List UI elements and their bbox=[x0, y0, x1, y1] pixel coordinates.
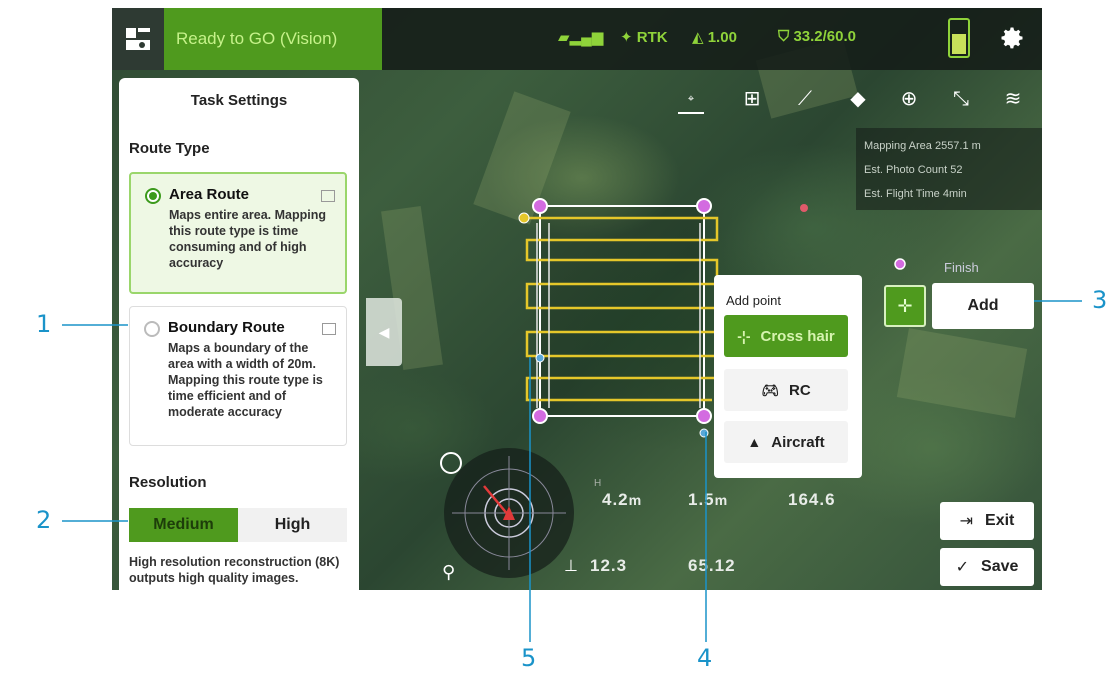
app-screen: Ready to GO (Vision) ▰▂▄▆ ✦ RTK ◭ 1.00 ⛉… bbox=[112, 8, 1042, 590]
area-route-description: Maps entire area. Mapping this route typ… bbox=[169, 208, 326, 270]
area-route-icon bbox=[321, 190, 335, 202]
home-button[interactable] bbox=[112, 8, 164, 70]
flight-status[interactable]: Ready to GO (Vision) bbox=[164, 8, 382, 70]
top-status-bar: Ready to GO (Vision) ▰▂▄▆ ✦ RTK ◭ 1.00 ⛉… bbox=[112, 8, 1042, 70]
cursor-icon[interactable]: ⌖ bbox=[678, 86, 704, 114]
attitude-compass bbox=[436, 448, 574, 578]
area-vertex[interactable] bbox=[532, 198, 548, 214]
home-icon bbox=[126, 28, 150, 50]
area-route-radio[interactable] bbox=[145, 188, 161, 204]
telemetry-distance: 1.5m bbox=[688, 490, 729, 509]
telemetry-horizontal-speed: 12.3 bbox=[590, 556, 628, 575]
task-settings-panel: Task Settings Route Type Area Route Maps… bbox=[119, 78, 359, 590]
telemetry-height: 4.2m bbox=[602, 490, 643, 509]
crosshair-icon: ✛ bbox=[897, 295, 913, 316]
distance-icon: ◭ bbox=[692, 29, 704, 46]
ruler-icon[interactable]: ⟋ bbox=[792, 86, 818, 112]
rc-signal-icon: ▰▂▄▆ bbox=[558, 29, 604, 46]
route-type-heading: Route Type bbox=[129, 140, 210, 157]
speed-icon: ⊥ bbox=[564, 558, 578, 575]
save-button[interactable]: ✓ Save bbox=[940, 548, 1034, 586]
boundary-route-description: Maps a boundary of the area with a width… bbox=[168, 341, 323, 419]
rc-battery-icon bbox=[948, 18, 970, 58]
add-point-title: Add point bbox=[726, 293, 781, 308]
mapping-area-row: Mapping Area 2557.1 m bbox=[864, 140, 981, 152]
telemetry-altitude: 164.6 bbox=[788, 490, 836, 509]
callout-1: 1 bbox=[36, 310, 52, 338]
callout-2: 2 bbox=[36, 506, 52, 534]
rtk-indicator[interactable]: ✦ RTK bbox=[620, 28, 668, 46]
new-point-marker[interactable] bbox=[894, 258, 906, 270]
callout-5: 5 bbox=[521, 644, 537, 672]
boundary-route-icon bbox=[322, 323, 336, 335]
aircraft-icon: ▲ bbox=[747, 434, 762, 450]
panel-title: Task Settings bbox=[190, 92, 288, 109]
resolution-medium-button[interactable]: Medium bbox=[129, 508, 238, 542]
settings-gear-icon[interactable] bbox=[998, 24, 1026, 52]
chevron-left-icon: ◀ bbox=[378, 323, 390, 340]
height-label: H bbox=[594, 478, 602, 489]
checkmark-icon: ✓ bbox=[955, 559, 970, 576]
area-route-label: Area Route bbox=[169, 186, 250, 203]
boundary-route-option[interactable]: Boundary Route Maps a boundary of the ar… bbox=[129, 306, 347, 446]
add-point-popup: Add point -¦- Cross hair 🎮︎ RC ▲ Aircraft bbox=[714, 275, 862, 478]
edge-midpoint[interactable] bbox=[535, 353, 545, 363]
boundary-route-radio[interactable] bbox=[144, 321, 160, 337]
layers-icon[interactable]: ≋ bbox=[1000, 86, 1026, 112]
satellite-icon: ✦ bbox=[620, 29, 633, 46]
exit-button[interactable]: ⇥ Exit bbox=[940, 502, 1034, 540]
area-vertex[interactable] bbox=[696, 408, 712, 424]
crosshair-option[interactable]: -¦- Cross hair bbox=[724, 315, 848, 357]
area-route-option[interactable]: Area Route Maps entire area. Mapping thi… bbox=[129, 172, 347, 294]
edge-midpoint[interactable] bbox=[699, 428, 709, 438]
resolution-heading: Resolution bbox=[129, 474, 207, 491]
home-point-marker bbox=[800, 204, 808, 212]
reverse-icon[interactable]: ⤡ bbox=[948, 86, 974, 112]
callout-4: 4 bbox=[697, 644, 713, 672]
finish-label[interactable]: Finish bbox=[944, 260, 979, 275]
compass-graphic bbox=[436, 456, 566, 570]
crosshair-toggle-button[interactable]: ✛ bbox=[884, 285, 926, 327]
exit-icon: ⇥ bbox=[959, 513, 974, 530]
callout-3: 3 bbox=[1092, 286, 1108, 314]
area-vertex[interactable] bbox=[532, 408, 548, 424]
crosshair-icon: -¦- bbox=[737, 328, 751, 344]
mapping-area-polygon[interactable] bbox=[539, 205, 705, 417]
boundary-route-label: Boundary Route bbox=[168, 319, 285, 336]
flight-time-row: Est. Flight Time 4min bbox=[864, 188, 967, 200]
telemetry-vertical-speed: 65.12 bbox=[688, 556, 736, 575]
tank-icon: ⛉ bbox=[778, 28, 790, 45]
add-route-icon[interactable]: ⊕ bbox=[896, 86, 922, 112]
area-vertex[interactable] bbox=[696, 198, 712, 214]
distance-indicator: ◭ 1.00 bbox=[692, 29, 737, 46]
resolution-high-button[interactable]: High bbox=[238, 508, 347, 542]
remote-controller-icon: 🎮︎ bbox=[761, 381, 780, 398]
rc-option[interactable]: 🎮︎ RC bbox=[724, 369, 848, 411]
add-point-button[interactable]: Add bbox=[932, 283, 1034, 329]
aircraft-option[interactable]: ▲ Aircraft bbox=[724, 421, 848, 463]
collapse-panel-button[interactable]: ◀ bbox=[366, 298, 402, 366]
eraser-icon[interactable]: ◆ bbox=[845, 86, 871, 112]
photo-count-row: Est. Photo Count 52 bbox=[864, 164, 963, 176]
aircraft-battery-indicator[interactable]: ⛉ 33.2/60.0 bbox=[778, 28, 856, 45]
resolution-selector: Medium High bbox=[129, 508, 347, 542]
add-folder-icon[interactable]: ⊞ bbox=[739, 86, 765, 112]
route-start-point[interactable] bbox=[518, 212, 530, 224]
mission-info-box: Mapping Area 2557.1 m Est. Photo Count 5… bbox=[856, 128, 1042, 210]
resolution-note: High resolution reconstruction (8K) outp… bbox=[129, 555, 340, 585]
